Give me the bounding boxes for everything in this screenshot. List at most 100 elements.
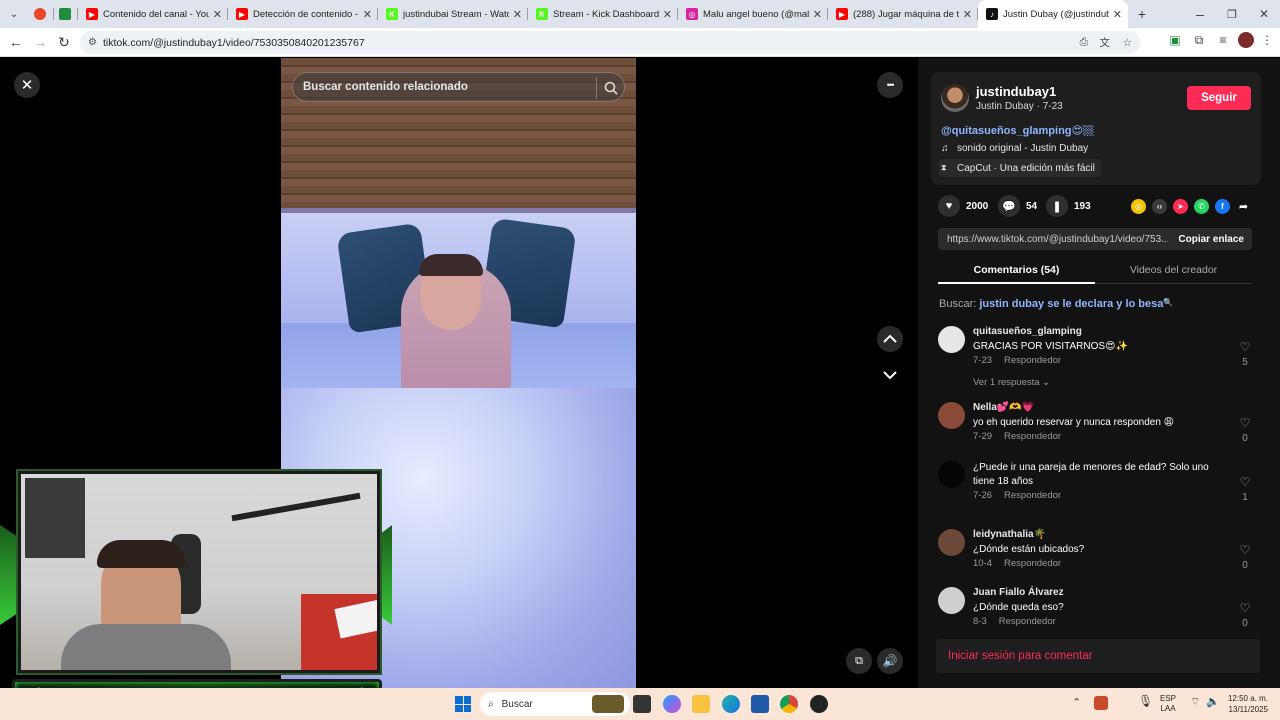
previous-video-button[interactable] bbox=[877, 326, 903, 352]
minimize-button[interactable]: – bbox=[1184, 2, 1216, 26]
share-facebook-icon[interactable]: f bbox=[1215, 199, 1230, 214]
comment-username[interactable]: Nella💕🫶💗 bbox=[973, 402, 1034, 413]
share-dm-icon[interactable]: ➤ bbox=[1173, 199, 1188, 214]
share-more-icon[interactable]: ➦ bbox=[1236, 199, 1251, 214]
comment-like-icon[interactable]: ♡ bbox=[1238, 475, 1252, 489]
site-info-icon[interactable]: ⚙ bbox=[88, 37, 97, 48]
media-icon[interactable]: ≡ bbox=[1214, 33, 1232, 47]
reload-button[interactable]: ↻ bbox=[52, 30, 76, 54]
store-icon[interactable] bbox=[751, 695, 769, 713]
copilot-icon[interactable] bbox=[663, 695, 681, 713]
comment-avatar[interactable] bbox=[938, 587, 965, 614]
mic-icon[interactable]: 🎙 bbox=[1138, 694, 1153, 708]
comment-username[interactable]: quitasueños_glamping bbox=[973, 326, 1082, 337]
speaker-icon[interactable]: 🔈 bbox=[1206, 695, 1220, 708]
login-to-comment-button[interactable]: Iniciar sesión para comentar bbox=[936, 639, 1260, 673]
reply-button[interactable]: Respondedor bbox=[1004, 558, 1061, 569]
comment-avatar[interactable] bbox=[938, 402, 965, 429]
creator-avatar[interactable] bbox=[941, 84, 969, 112]
related-search-suggestion[interactable]: Buscar: justin dubay se le declara y lo … bbox=[939, 298, 1173, 310]
new-tab-button[interactable]: + bbox=[1128, 2, 1156, 26]
browser-tab[interactable]: K Stream - Kick Dashboard ✕ bbox=[528, 0, 678, 28]
browser-tab[interactable]: ▶ (288) Jugar máquina de teléfono ✕ bbox=[828, 0, 978, 28]
install-icon[interactable]: ⎙ bbox=[1080, 36, 1088, 49]
view-replies-button[interactable]: Ver 1 respuesta ⌄ bbox=[973, 377, 1050, 388]
comment-avatar[interactable] bbox=[938, 461, 965, 488]
taskbar-search[interactable]: ⌕ Buscar bbox=[480, 692, 630, 716]
lang-bottom[interactable]: LAA bbox=[1160, 704, 1176, 714]
comment-stat[interactable]: 💬 54 bbox=[998, 195, 1037, 217]
follow-button[interactable]: Seguir bbox=[1187, 86, 1251, 110]
explorer-icon[interactable] bbox=[692, 695, 710, 713]
close-viewer-button[interactable]: ✕ bbox=[14, 72, 40, 98]
search-query-link[interactable]: justin dubay se le declara y lo besa bbox=[979, 298, 1163, 310]
reply-button[interactable]: Respondedor bbox=[1004, 355, 1061, 366]
pip-button[interactable]: ⧉ bbox=[846, 648, 872, 674]
chrome-icon[interactable] bbox=[780, 695, 798, 713]
comment-like-icon[interactable]: ♡ bbox=[1238, 601, 1252, 615]
tray-chevron-icon[interactable]: ⌃ bbox=[1072, 696, 1081, 709]
forward-button[interactable]: → bbox=[28, 30, 52, 54]
tray-app-icon[interactable] bbox=[1094, 696, 1108, 710]
start-button[interactable] bbox=[455, 696, 471, 712]
music-label[interactable]: sonido original - Justin Dubay bbox=[957, 143, 1088, 154]
next-video-button[interactable] bbox=[877, 362, 903, 388]
video-caption[interactable]: @quitasueños_glamping😍🏼 bbox=[941, 124, 1094, 138]
comment-username[interactable]: leidynathalia🌴 bbox=[973, 529, 1046, 540]
menu-icon[interactable]: ⋮ bbox=[1260, 33, 1274, 47]
browser-tab[interactable]: ▶ Contenido del canal - YouTube ✕ bbox=[78, 0, 228, 28]
maximize-button[interactable]: ❐ bbox=[1216, 2, 1248, 26]
tab-pinned-2[interactable] bbox=[54, 0, 78, 28]
capcut-label[interactable]: CapCut · Una edición más fácil bbox=[957, 163, 1095, 174]
reply-button[interactable]: Respondedor bbox=[1004, 490, 1061, 501]
search-icon[interactable] bbox=[596, 77, 618, 99]
back-button[interactable]: ← bbox=[4, 30, 28, 54]
tab-close-icon[interactable]: ✕ bbox=[363, 8, 372, 21]
comment-like-icon[interactable]: ♡ bbox=[1238, 340, 1252, 354]
save-stat[interactable]: ❚ 193 bbox=[1046, 195, 1091, 217]
bookmark-star-icon[interactable]: ☆ bbox=[1123, 37, 1132, 49]
reply-button[interactable]: Respondedor bbox=[999, 616, 1056, 626]
share-whatsapp-icon[interactable]: ✆ bbox=[1194, 199, 1209, 214]
file-icon[interactable] bbox=[633, 695, 651, 713]
related-search-input[interactable]: Buscar contenido relacionado bbox=[292, 72, 625, 102]
creator-username[interactable]: justindubay1 bbox=[976, 84, 1056, 99]
tab-close-icon[interactable]: ✕ bbox=[513, 8, 522, 21]
tab-comments[interactable]: Comentarios (54) bbox=[938, 264, 1095, 276]
tab-close-icon[interactable]: ✕ bbox=[1113, 8, 1122, 21]
tab-close-icon[interactable]: ✕ bbox=[813, 8, 822, 21]
share-coin-icon[interactable]: ◎ bbox=[1131, 199, 1146, 214]
profile-avatar[interactable] bbox=[1238, 32, 1254, 48]
volume-button[interactable]: 🔊 bbox=[877, 648, 903, 674]
comment-avatar[interactable] bbox=[938, 529, 965, 556]
browser-tab[interactable]: ◎ Malu angel bueno (@malu_angel) ✕ bbox=[678, 0, 828, 28]
wifi-icon[interactable]: ⌔ bbox=[1190, 695, 1200, 709]
window-close-button[interactable]: ✕ bbox=[1248, 2, 1280, 26]
translate-icon[interactable]: 文 bbox=[1100, 35, 1111, 50]
app-active-icon[interactable] bbox=[810, 695, 828, 713]
tab-close-icon[interactable]: ✕ bbox=[663, 8, 672, 21]
tab-close-icon[interactable]: ✕ bbox=[213, 8, 222, 21]
more-options-button[interactable]: ••• bbox=[877, 72, 903, 98]
puzzle-icon[interactable]: ⧉ bbox=[1190, 33, 1208, 48]
comment-avatar[interactable] bbox=[938, 326, 965, 353]
video-link-text[interactable]: https://www.tiktok.com/@justindubay1/vid… bbox=[938, 234, 1168, 245]
like-stat[interactable]: ♥ 2000 bbox=[938, 195, 988, 217]
tab-creator-videos[interactable]: Videos del creador bbox=[1095, 264, 1252, 276]
tab-pinned-1[interactable] bbox=[28, 0, 54, 28]
address-bar[interactable]: ⚙ tiktok.com/@justindubay1/video/7530350… bbox=[80, 31, 1140, 54]
tab-close-icon[interactable]: ✕ bbox=[963, 8, 972, 21]
comment-like-icon[interactable]: ♡ bbox=[1238, 543, 1252, 557]
extension-icon[interactable]: ▣ bbox=[1166, 33, 1184, 47]
comment-like-icon[interactable]: ♡ bbox=[1238, 416, 1252, 430]
browser-tab[interactable]: ▶ Detección de contenido - YouTube ✕ bbox=[228, 0, 378, 28]
share-embed-icon[interactable]: ‹› bbox=[1152, 199, 1167, 214]
lang-top[interactable]: ESP bbox=[1160, 694, 1176, 704]
tab-search-dropdown-icon[interactable]: ⌄ bbox=[0, 2, 28, 26]
clock-time[interactable]: 12:50 a. m. bbox=[1224, 693, 1268, 704]
browser-tab[interactable]: ♪ Justin Dubay (@justindubay1) ✕ bbox=[978, 0, 1128, 28]
browser-tab[interactable]: Kjustindubai Stream - Watch Live ✕ bbox=[378, 0, 528, 28]
copy-link-button[interactable]: Copiar enlace bbox=[1178, 234, 1244, 245]
edge-icon[interactable] bbox=[722, 695, 740, 713]
comment-username[interactable]: Juan Fiallo Álvarez bbox=[973, 587, 1064, 598]
